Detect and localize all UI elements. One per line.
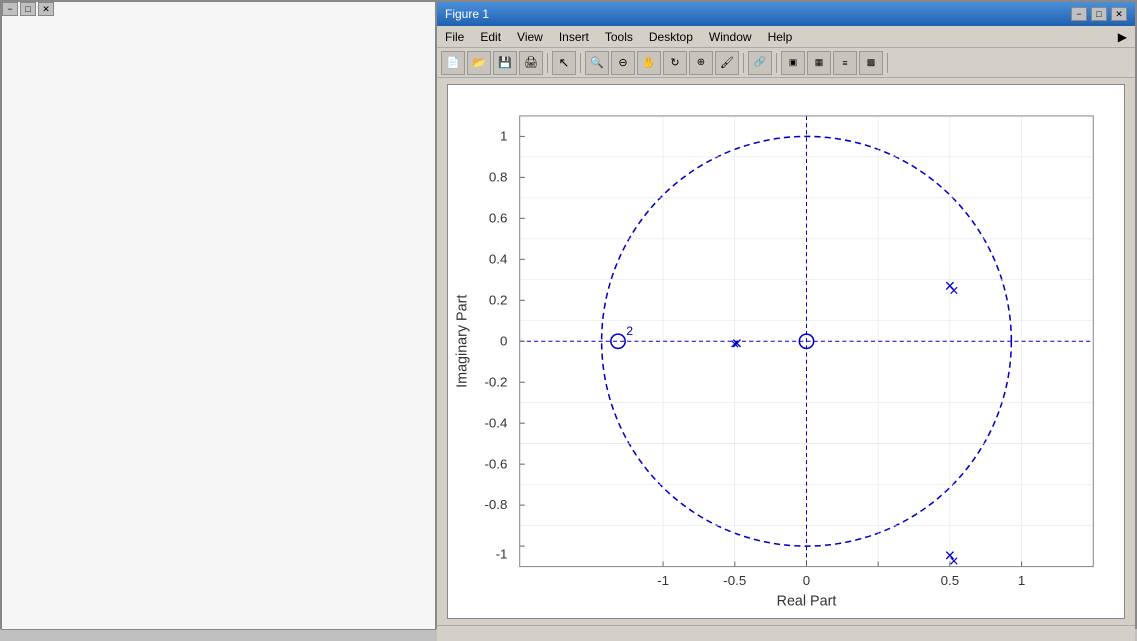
svg-text:×: × — [731, 332, 742, 353]
fig-toolbar-sep-5 — [887, 53, 888, 73]
fig-menu-desktop[interactable]: Desktop — [645, 29, 697, 45]
fig-pan-btn[interactable]: ✋ — [637, 51, 661, 75]
fig-menu-arrow: ▶ — [1114, 29, 1131, 45]
svg-text:-0.5: -0.5 — [723, 573, 746, 588]
svg-text:×: × — [944, 275, 955, 296]
fig-toolbar-sep-2 — [580, 53, 581, 73]
svg-text:0.2: 0.2 — [489, 292, 508, 307]
svg-text:-0.8: -0.8 — [484, 497, 507, 512]
svg-text:-0.6: -0.6 — [484, 456, 507, 471]
svg-text:-0.4: -0.4 — [484, 415, 507, 430]
svg-text:-1: -1 — [657, 573, 669, 588]
win-controls: − □ ✕ — [1071, 7, 1127, 21]
fig-toolbar-sep-1 — [547, 53, 548, 73]
zplane-svg: 2 × × × -1 -0.5 0 — [448, 85, 1124, 618]
editor-close-button[interactable]: ✕ — [38, 2, 54, 16]
svg-text:0.4: 0.4 — [489, 251, 508, 266]
fig-menu-view[interactable]: View — [513, 29, 547, 45]
fig-colorbar-btn[interactable]: ▩ — [859, 51, 883, 75]
fig-toolbar-sep-4 — [776, 53, 777, 73]
svg-text:Imaginary Part: Imaginary Part — [454, 295, 470, 388]
figure-maximize-button[interactable]: □ — [1091, 7, 1107, 21]
fig-menu-tools[interactable]: Tools — [601, 29, 637, 45]
fig-rotate-btn[interactable]: ↻ — [663, 51, 687, 75]
figure-minimize-button[interactable]: − — [1071, 7, 1087, 21]
svg-text:2: 2 — [626, 324, 633, 338]
desktop: Editor - C:\Users\27531\Documents\MATLAB… — [0, 0, 1137, 629]
fig-brush-btn[interactable]: 🖌 — [715, 51, 739, 75]
fig-zoom-in-btn[interactable]: 🔍 — [585, 51, 609, 75]
fig-datacursor-btn[interactable]: ⊕ — [689, 51, 713, 75]
figure-bottom-bar — [437, 625, 1135, 641]
fig-open-btn[interactable]: 📂 — [467, 51, 491, 75]
svg-text:0: 0 — [803, 573, 810, 588]
editor-titlebar: Editor - C:\Users\27531\Documents\MATLAB… — [1, 1, 434, 25]
fig-tablet-btn[interactable]: ▦ — [807, 51, 831, 75]
fig-legend-btn[interactable]: ≡ — [833, 51, 857, 75]
fig-zoom-out-btn[interactable]: ⊖ — [611, 51, 635, 75]
fig-menu-window[interactable]: Window — [705, 29, 756, 45]
figure-title: Figure 1 — [445, 7, 489, 21]
figure-close-button[interactable]: ✕ — [1111, 7, 1127, 21]
plot-area: 2 × × × -1 -0.5 0 — [447, 84, 1125, 619]
svg-text:-1: -1 — [496, 546, 508, 561]
svg-text:0.5: 0.5 — [941, 573, 960, 588]
fig-select-btn[interactable]: ↖ — [552, 51, 576, 75]
plot-inner: 2 × × × -1 -0.5 0 — [448, 85, 1124, 618]
fig-toolbar-sep-3 — [743, 53, 744, 73]
figure-titlebar: Figure 1 − □ ✕ — [437, 2, 1135, 26]
svg-text:-0.2: -0.2 — [484, 374, 507, 389]
svg-text:0.8: 0.8 — [489, 169, 508, 184]
fig-fig2-btn[interactable]: ▣ — [781, 51, 805, 75]
figure-menubar: File Edit View Insert Tools Desktop Wind… — [437, 26, 1135, 48]
svg-text:1: 1 — [500, 129, 507, 144]
svg-text:Real Part: Real Part — [777, 594, 837, 610]
editor-minimize-button[interactable]: − — [2, 2, 18, 16]
fig-save-btn[interactable]: 💾 — [493, 51, 517, 75]
fig-menu-insert[interactable]: Insert — [555, 29, 593, 45]
svg-text:1: 1 — [1018, 573, 1025, 588]
fig-menu-edit[interactable]: Edit — [476, 29, 505, 45]
editor-window: Editor - C:\Users\27531\Documents\MATLAB… — [0, 0, 435, 629]
svg-text:0: 0 — [500, 333, 507, 348]
figure-toolbar: 📄 📂 💾 🖨 ↖ 🔍 ⊖ ✋ ↻ ⊕ 🖌 🔗 ▣ ▦ ≡ ▩ — [437, 48, 1135, 78]
fig-print-btn[interactable]: 🖨 — [519, 51, 543, 75]
fig-menu-file[interactable]: File — [441, 29, 468, 45]
editor-maximize-button[interactable]: □ — [20, 2, 36, 16]
svg-text:0.6: 0.6 — [489, 210, 508, 225]
figure-window: Figure 1 − □ ✕ File Edit View Insert Too… — [435, 0, 1137, 629]
fig-menu-help[interactable]: Help — [764, 29, 797, 45]
fig-new-btn[interactable]: 📄 — [441, 51, 465, 75]
fig-linkplot-btn[interactable]: 🔗 — [748, 51, 772, 75]
